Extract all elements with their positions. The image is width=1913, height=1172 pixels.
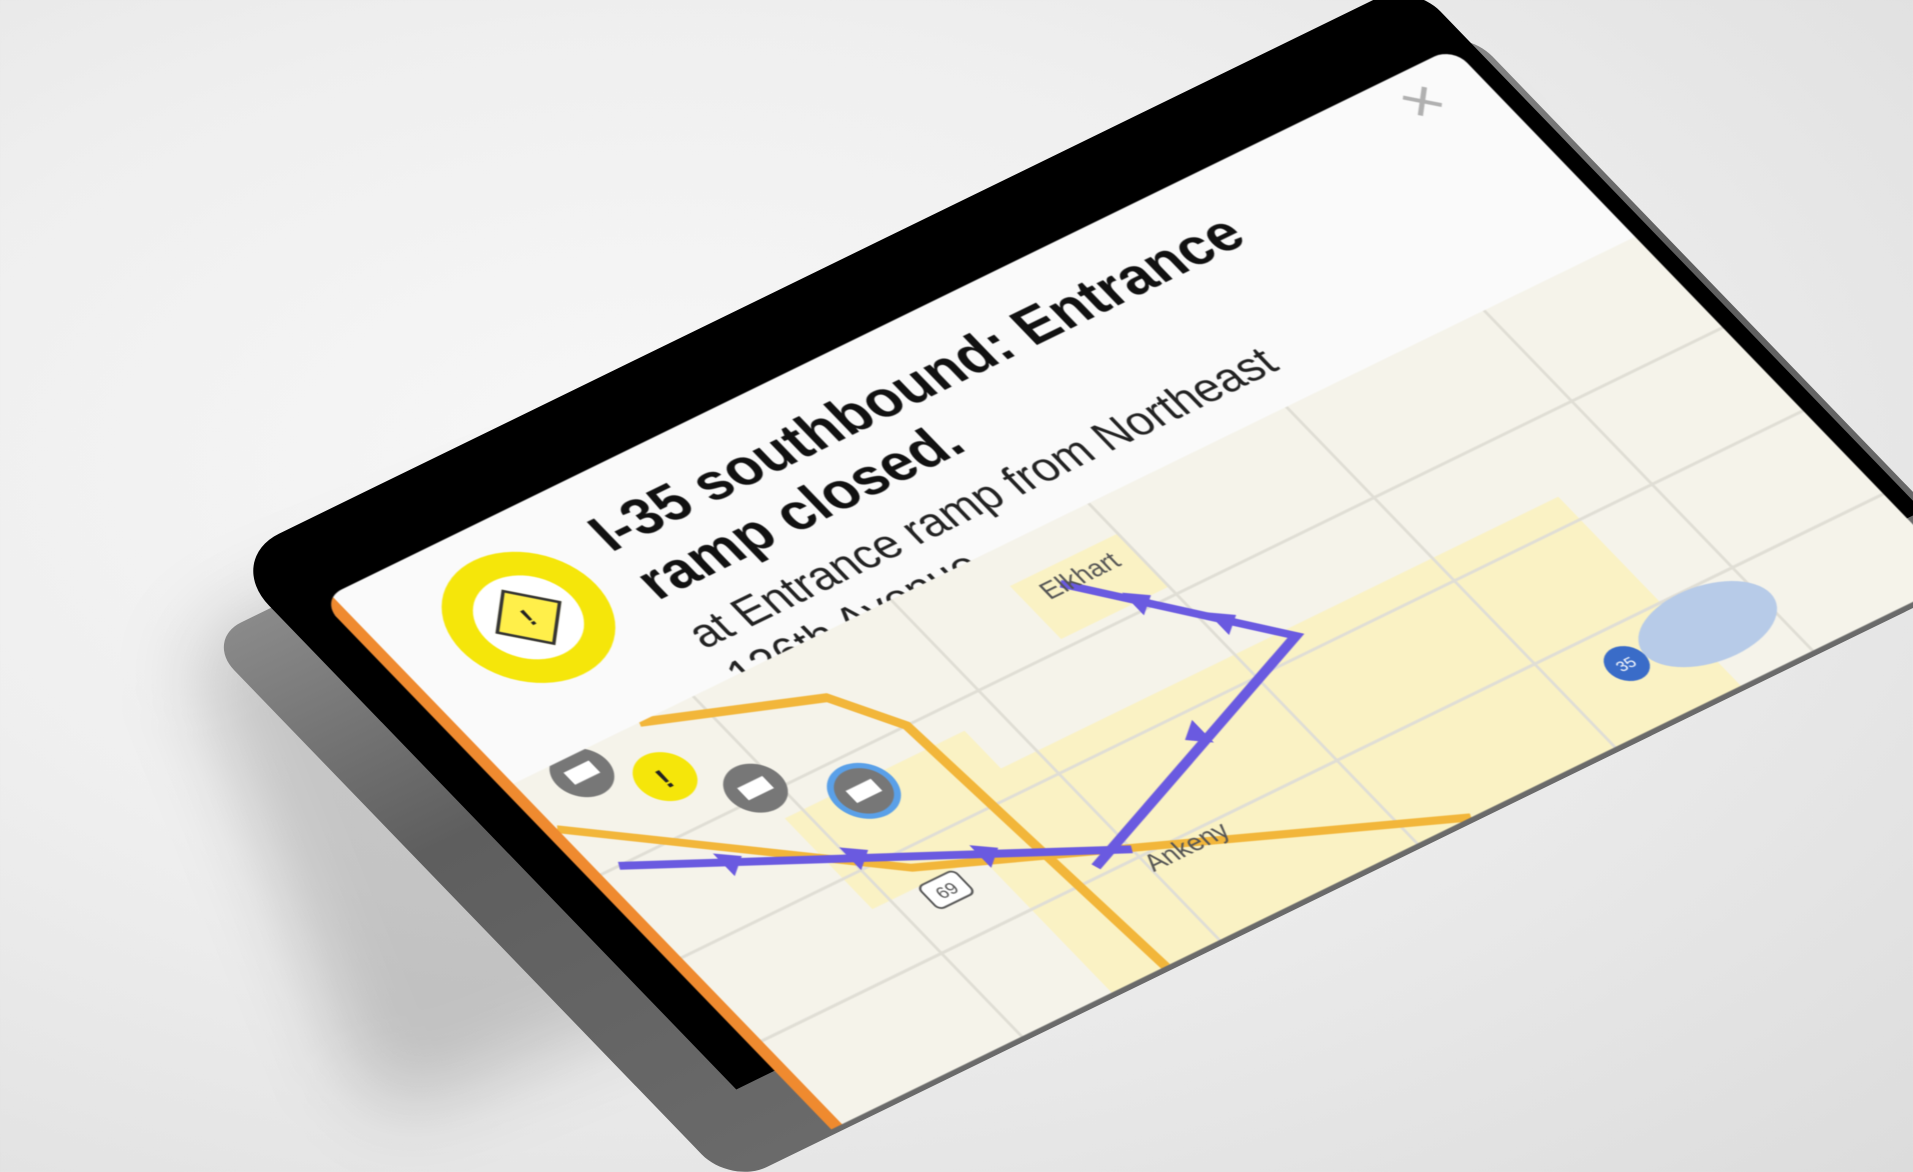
- close-icon[interactable]: ✕: [1387, 74, 1460, 130]
- wifi-icon: ◠: [1271, 54, 1319, 92]
- close-button[interactable]: ✕: [1387, 74, 1460, 130]
- i35-shield: 35: [1603, 646, 1650, 682]
- signal-icon: ▮▮: [1225, 73, 1279, 114]
- place-label-ankeny: Ankeny: [1137, 816, 1237, 876]
- phone-shadow: [180, 115, 1673, 1123]
- battery-icon: ▮: [1310, 47, 1350, 72]
- i35-shield-label: 35: [1612, 654, 1641, 675]
- status-icons: ▮▮ ◠ ▮: [1224, 48, 1350, 115]
